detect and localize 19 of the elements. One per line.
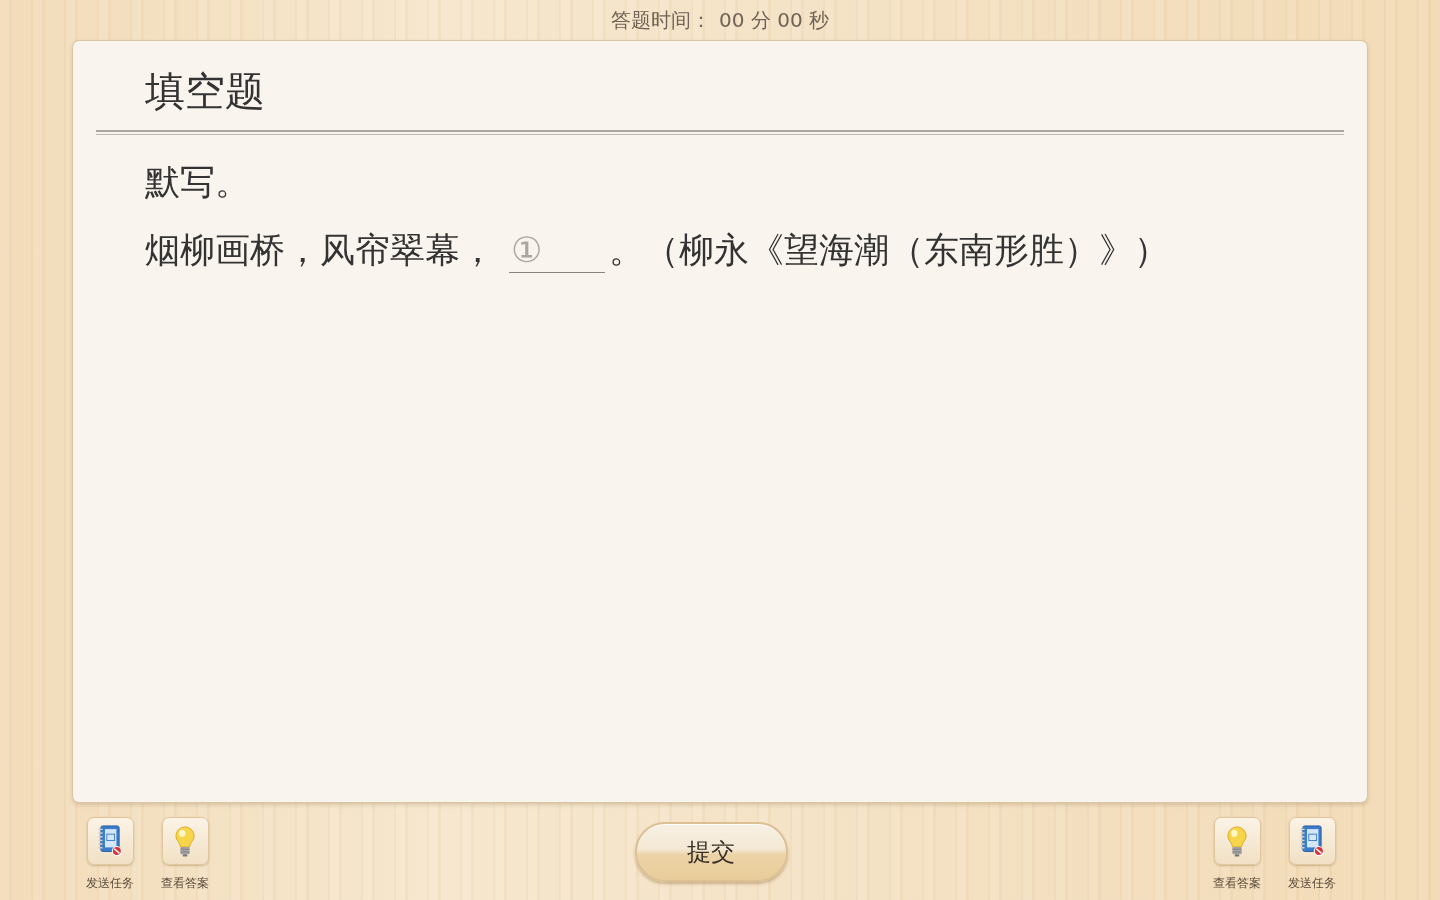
question-text: 。（柳永《望海潮（东南形胜）》）: [609, 229, 1169, 272]
tool-caption: 查看答案: [1213, 875, 1261, 891]
view-answer-button[interactable]: [161, 817, 209, 865]
timer-value: 00 分 00 秒: [719, 7, 829, 34]
tool-caption: 发送任务: [1288, 875, 1336, 891]
tool-caption: 查看答案: [161, 875, 209, 891]
lightbulb-icon: [174, 825, 196, 857]
notebook-icon: [1299, 825, 1325, 857]
notebook-icon: [97, 825, 123, 857]
view-answer-button[interactable]: [1213, 817, 1261, 865]
timer-label: 答题时间：: [611, 7, 711, 34]
question-instruction: 默写。: [145, 161, 251, 204]
question-type-title: 填空题: [145, 67, 266, 116]
submit-button[interactable]: 提交: [634, 822, 788, 882]
send-task-button[interactable]: [1288, 817, 1336, 865]
tool-caption: 发送任务: [86, 875, 134, 891]
send-task-button[interactable]: [86, 817, 134, 865]
question-text: 烟柳画桥，风帘翠幕，: [145, 229, 495, 272]
lightbulb-icon: [1226, 825, 1248, 857]
